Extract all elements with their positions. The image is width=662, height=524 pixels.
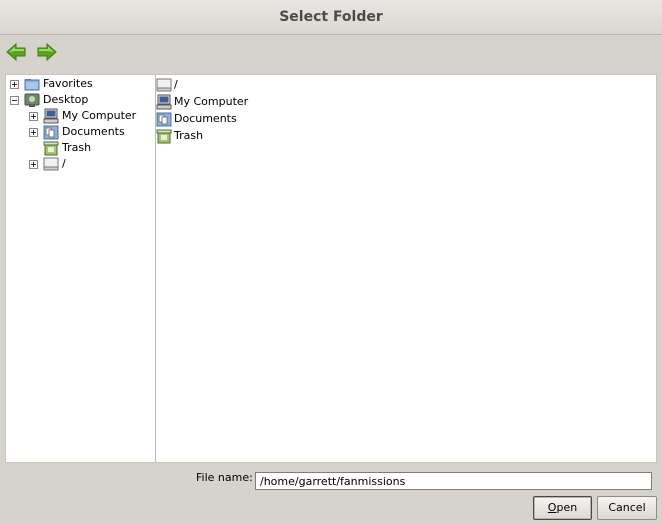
collapse-toggle[interactable] bbox=[10, 96, 19, 105]
list-item-label: Trash bbox=[174, 129, 204, 142]
open-button-label: pen bbox=[556, 501, 578, 514]
list-item-label: / bbox=[174, 78, 178, 91]
file-name-input[interactable] bbox=[255, 472, 652, 490]
forward-button[interactable] bbox=[36, 41, 58, 63]
trash-icon bbox=[43, 140, 59, 156]
tree-item-label: Desktop bbox=[43, 93, 89, 106]
browser-panes: Favorites Desktop My Computer Documents … bbox=[5, 74, 657, 463]
expand-toggle[interactable] bbox=[10, 80, 19, 89]
list-item-label: My Computer bbox=[174, 95, 249, 108]
tree-item-documents[interactable]: Documents bbox=[6, 124, 155, 140]
tree-item-root[interactable]: / bbox=[6, 156, 155, 172]
tree-item-label: My Computer bbox=[62, 109, 137, 122]
drive-icon bbox=[156, 77, 172, 93]
toolbar bbox=[0, 35, 662, 73]
back-button[interactable] bbox=[5, 41, 27, 63]
folder-favorites-icon bbox=[24, 76, 40, 92]
file-name-label: File name: bbox=[196, 471, 253, 484]
trash-icon bbox=[156, 128, 172, 144]
list-item-documents[interactable]: Documents bbox=[156, 111, 456, 127]
documents-folder-icon bbox=[43, 124, 59, 140]
tree-item-label: Documents bbox=[62, 125, 125, 138]
computer-icon bbox=[156, 94, 172, 110]
computer-icon bbox=[43, 108, 59, 124]
tree-item-favorites[interactable]: Favorites bbox=[6, 76, 155, 92]
expand-toggle[interactable] bbox=[29, 112, 38, 121]
tree-item-label: Favorites bbox=[43, 77, 93, 90]
expand-toggle[interactable] bbox=[29, 160, 38, 169]
list-item-my-computer[interactable]: My Computer bbox=[156, 94, 456, 110]
back-arrow-icon bbox=[5, 41, 27, 63]
tree-item-my-computer[interactable]: My Computer bbox=[6, 108, 155, 124]
window-title: Select Folder bbox=[0, 0, 662, 35]
folder-list[interactable]: / My Computer Documents Trash bbox=[156, 75, 656, 462]
cancel-button[interactable]: Cancel bbox=[597, 496, 657, 520]
expand-toggle[interactable] bbox=[29, 128, 38, 137]
desktop-icon bbox=[24, 92, 40, 108]
folder-tree[interactable]: Favorites Desktop My Computer Documents … bbox=[6, 75, 156, 462]
tree-item-label: Trash bbox=[62, 141, 92, 154]
tree-item-trash[interactable]: Trash bbox=[6, 140, 155, 156]
forward-arrow-icon bbox=[36, 41, 58, 63]
list-item-trash[interactable]: Trash bbox=[156, 128, 456, 144]
list-item-label: Documents bbox=[174, 112, 237, 125]
open-button[interactable]: Open bbox=[533, 496, 592, 520]
select-folder-dialog: Select Folder Favorites Desktop My Compu… bbox=[0, 0, 662, 524]
tree-item-desktop[interactable]: Desktop bbox=[6, 92, 155, 108]
list-item-root[interactable]: / bbox=[156, 77, 456, 93]
documents-folder-icon bbox=[156, 111, 172, 127]
drive-icon bbox=[43, 156, 59, 172]
tree-item-label: / bbox=[62, 157, 66, 170]
